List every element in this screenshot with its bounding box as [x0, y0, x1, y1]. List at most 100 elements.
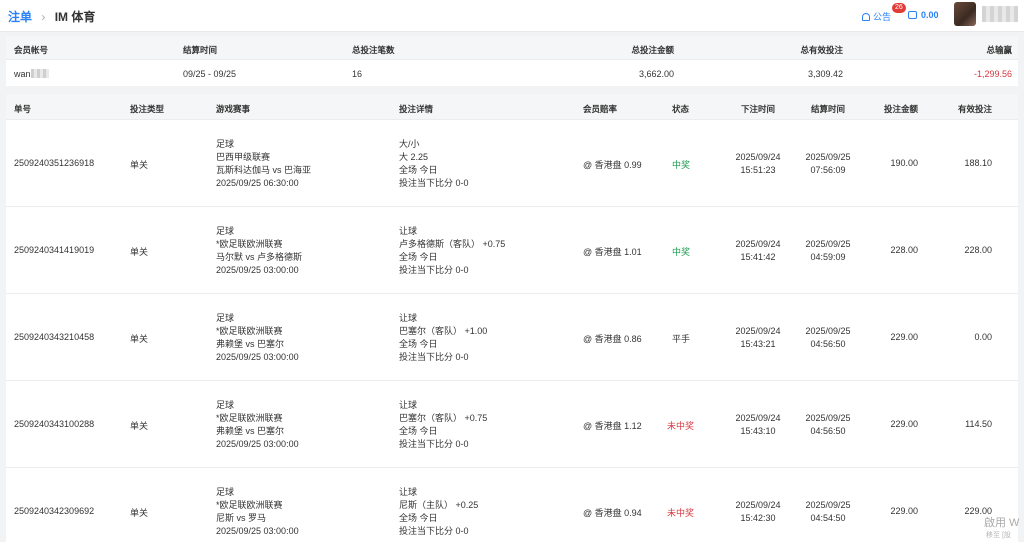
bet-detail: 大/小 大 2.25 全场 今日 投注当下比分 0-0	[399, 138, 469, 190]
summary-bet-count: 16	[352, 69, 363, 79]
bet-date: 2025/09/24	[735, 326, 781, 336]
odds: @ 香港盘 1.12	[583, 421, 642, 431]
table-row[interactable]: 2509240351236918 单关 足球 巴西甲级联赛 瓦斯科达伽马 vs …	[6, 120, 1018, 207]
bet-clock: 15:43:10	[740, 426, 776, 436]
bet-date: 2025/09/24	[735, 152, 781, 162]
valid-bet: 228.00	[964, 245, 992, 255]
bet-amount: 229.00	[890, 419, 918, 429]
bet-amount: 228.00	[890, 245, 918, 255]
bet-time: 2025/09/24 15:42:30	[724, 499, 792, 525]
activation-watermark: 啟用 W	[984, 517, 1020, 529]
detail-score: 投注当下比分 0-0	[399, 178, 469, 188]
avatar[interactable]	[954, 2, 976, 26]
bell-icon	[862, 13, 870, 21]
col-bet-id: 单号	[14, 104, 32, 114]
event-league: *欧足联欧洲联赛	[216, 326, 283, 336]
detail-selection: 卢多格德斯（客队） +0.75	[399, 239, 506, 249]
bet-date: 2025/09/24	[735, 413, 781, 423]
bet-time: 2025/09/24 15:43:21	[724, 325, 792, 351]
breadcrumb: 注单 › IM 体育	[8, 8, 95, 25]
settle-clock: 04:56:50	[810, 339, 846, 349]
valid-bet: 114.50	[965, 419, 992, 429]
detail-period: 全场 今日	[399, 513, 438, 523]
bet-time: 2025/09/24 15:41:42	[724, 238, 792, 264]
bet-detail: 让球 巴塞尔（客队） +0.75 全场 今日 投注当下比分 0-0	[399, 399, 487, 451]
event-match: 弗赖堡 vs 巴塞尔	[216, 339, 285, 349]
col-event: 游戏赛事	[216, 104, 251, 114]
bet-clock: 15:51:23	[740, 165, 776, 175]
summary-header-row	[6, 36, 1018, 60]
notice-button[interactable]: 公告	[862, 10, 891, 23]
event-match: 弗赖堡 vs 巴塞尔	[216, 426, 285, 436]
summary-account: wan	[14, 69, 49, 79]
username-redacted	[982, 6, 1018, 22]
summary-account-value: wan	[14, 69, 31, 79]
odds: @ 香港盘 0.99	[583, 160, 642, 170]
event-match: 瓦斯科达伽马 vs 巴海亚	[216, 165, 312, 175]
detail-market: 让球	[399, 400, 418, 410]
bet-detail: 让球 卢多格德斯（客队） +0.75 全场 今日 投注当下比分 0-0	[399, 225, 505, 277]
summary-total-bet: 3,662.00	[638, 69, 674, 79]
summary-header-total-bet: 总投注金额	[631, 45, 674, 55]
settle-time: 2025/09/25 04:59:09	[794, 238, 862, 264]
summary-total-winloss: -1,299.56	[973, 69, 1012, 79]
table-row[interactable]: 2509240343210458 单关 足球 *欧足联欧洲联赛 弗赖堡 vs 巴…	[6, 294, 1018, 381]
event-match: 马尔默 vs 卢多格德斯	[216, 252, 303, 262]
bet-date: 2025/09/24	[735, 500, 781, 510]
detail-period: 全场 今日	[399, 426, 438, 436]
bet-type: 单关	[130, 160, 149, 170]
settle-date: 2025/09/25	[805, 500, 851, 510]
detail-score: 投注当下比分 0-0	[399, 352, 469, 362]
col-odds: 会员赔率	[583, 104, 618, 114]
event-league: *欧足联欧洲联赛	[216, 413, 283, 423]
bet-id: 2509240341419019	[14, 245, 95, 255]
bet-time: 2025/09/24 15:51:23	[724, 151, 792, 177]
status-badge: 平手	[672, 334, 691, 344]
bet-amount: 190.00	[890, 158, 918, 168]
detail-selection: 大 2.25	[399, 152, 429, 162]
odds: @ 香港盘 0.86	[583, 334, 642, 344]
valid-bet: 188.10	[964, 158, 992, 168]
detail-selection: 巴塞尔（客队） +0.75	[399, 413, 488, 423]
wallet-balance[interactable]: 0.00	[908, 10, 939, 20]
event-match: 尼斯 vs 罗马	[216, 513, 267, 523]
settle-date: 2025/09/25	[805, 326, 851, 336]
status-badge: 中奖	[672, 160, 691, 170]
event-sport: 足球	[216, 313, 235, 323]
settle-time: 2025/09/25 04:54:50	[794, 499, 862, 525]
bet-id: 2509240343210458	[14, 332, 95, 342]
detail-period: 全场 今日	[399, 165, 438, 175]
table-row[interactable]: 2509240342309692 单关 足球 *欧足联欧洲联赛 尼斯 vs 罗马…	[6, 468, 1018, 542]
page-title: IM 体育	[54, 10, 96, 24]
bet-type: 单关	[130, 508, 149, 518]
account-redacted	[30, 69, 49, 78]
settle-time: 2025/09/25 04:56:50	[794, 412, 862, 438]
bet-time: 2025/09/24 15:43:10	[724, 412, 792, 438]
table-row[interactable]: 2509240343100288 单关 足球 *欧足联欧洲联赛 弗赖堡 vs 巴…	[6, 381, 1018, 468]
status-badge: 中奖	[672, 247, 691, 257]
event-league: 巴西甲级联赛	[216, 152, 271, 162]
event-start: 2025/09/25 06:30:00	[216, 178, 299, 188]
table-row[interactable]: 2509240341419019 单关 足球 *欧足联欧洲联赛 马尔默 vs 卢…	[6, 207, 1018, 294]
summary-table: 会员帐号 结算时间 总投注笔数 总投注金额 总有效投注 总输赢 wan 09/2…	[6, 36, 1018, 86]
settle-date: 2025/09/25	[805, 152, 851, 162]
col-status: 状态	[672, 104, 690, 114]
activation-watermark-hint: 移至 [設	[986, 532, 1011, 539]
odds: @ 香港盘 1.01	[583, 247, 642, 257]
notice-count-badge: 26	[892, 3, 906, 13]
event-start: 2025/09/25 03:00:00	[216, 439, 299, 449]
bet-clock: 15:41:42	[740, 252, 776, 262]
summary-header-total-winloss: 总输赢	[986, 45, 1012, 55]
wallet-icon	[908, 11, 917, 19]
settle-clock: 07:56:09	[810, 165, 846, 175]
summary-total-valid: 3,309.42	[807, 69, 843, 79]
detail-header-row: 单号 投注类型 游戏赛事 投注详情 会员赔率 状态 下注时间 结算时间 投注金额…	[6, 94, 1018, 120]
summary-header-account: 会员帐号	[14, 45, 49, 55]
event-info: 足球 *欧足联欧洲联赛 马尔默 vs 卢多格德斯 2025/09/25 03:0…	[216, 225, 302, 277]
breadcrumb-bets-link[interactable]: 注单	[8, 10, 32, 24]
event-info: 足球 *欧足联欧洲联赛 弗赖堡 vs 巴塞尔 2025/09/25 03:00:…	[216, 312, 299, 364]
event-info: 足球 *欧足联欧洲联赛 尼斯 vs 罗马 2025/09/25 03:00:00	[216, 486, 299, 538]
bet-detail-table: 单号 投注类型 游戏赛事 投注详情 会员赔率 状态 下注时间 结算时间 投注金额…	[6, 94, 1018, 542]
bet-date: 2025/09/24	[735, 239, 781, 249]
detail-selection: 巴塞尔（客队） +1.00	[399, 326, 488, 336]
